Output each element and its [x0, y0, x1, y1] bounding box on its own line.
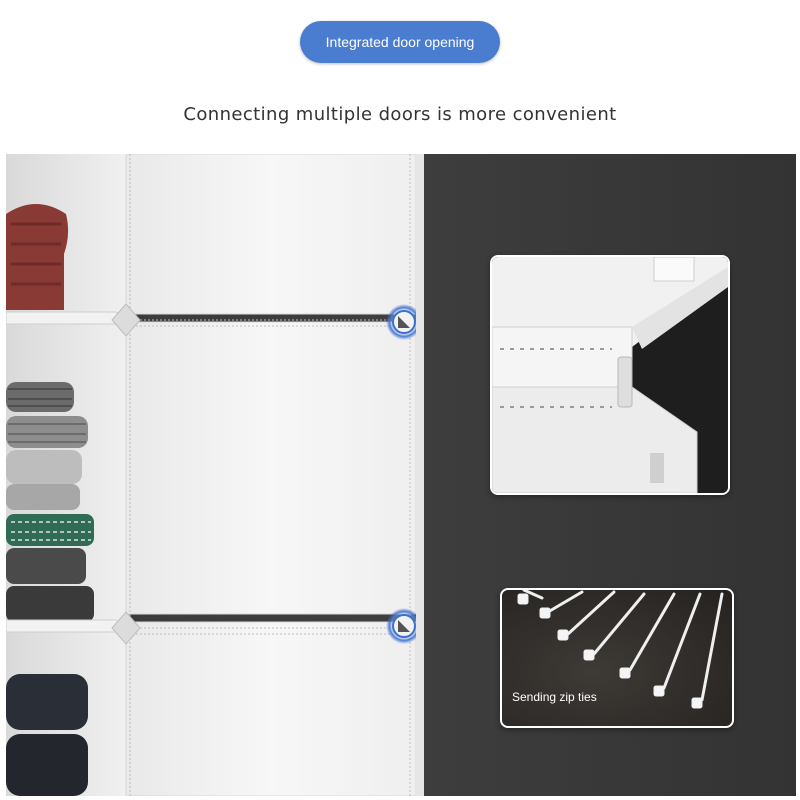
hinge-closeup-illustration [492, 257, 728, 493]
zip-ties-label: Sending zip ties [512, 690, 597, 704]
side-rail [416, 154, 424, 796]
wardrobe-photo: Sending zip ties [6, 154, 796, 796]
shelf-board [6, 311, 133, 325]
door-panel-top [125, 154, 417, 315]
zip-ties-inset: Sending zip ties [500, 588, 734, 728]
hinge-closeup-inset [490, 255, 730, 495]
clothes-dark-bottom [6, 674, 88, 796]
door-panel-middle [125, 321, 417, 615]
shelf-board [6, 619, 133, 633]
integrated-door-opening-badge: Integrated door opening [300, 21, 500, 63]
door-panel-bottom [125, 621, 417, 796]
zip-ties-illustration [517, 590, 724, 709]
page-headline: Connecting multiple doors is more conven… [183, 104, 617, 125]
clothes-red-knit [6, 204, 69, 310]
